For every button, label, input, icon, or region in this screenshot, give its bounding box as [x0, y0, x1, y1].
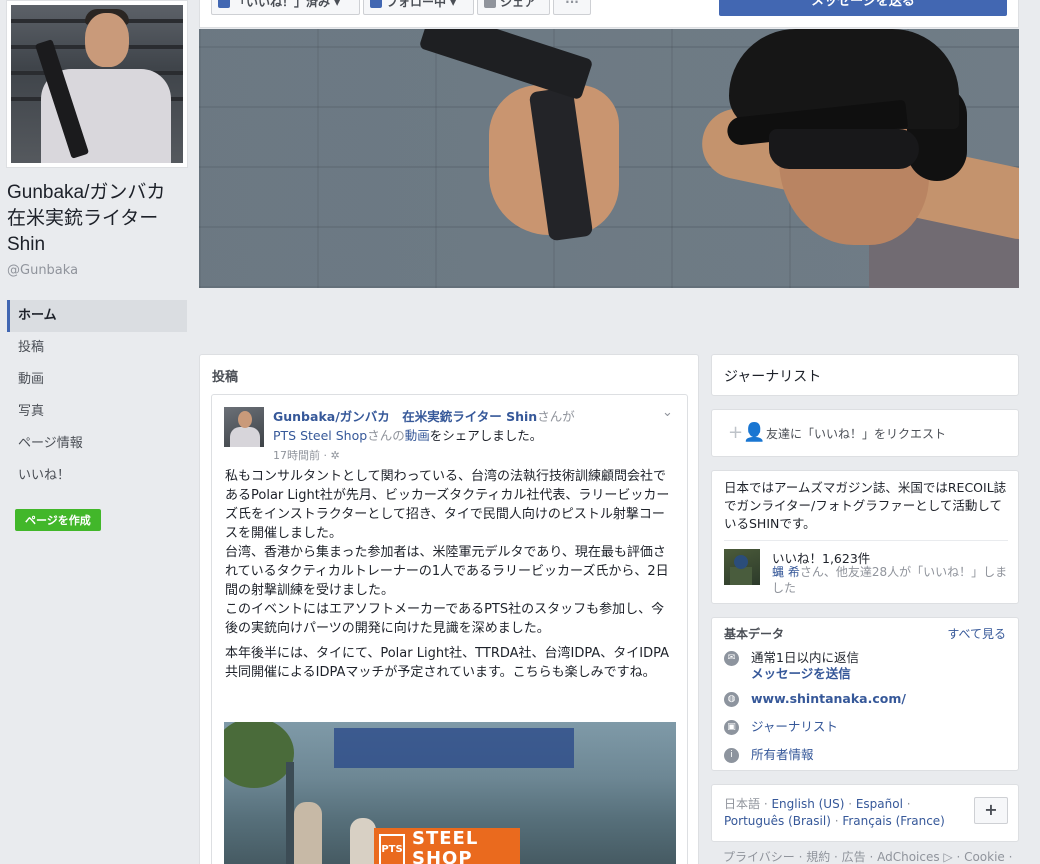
rss-icon [370, 0, 382, 8]
divider [724, 540, 1008, 541]
globe-icon: ◍ [724, 692, 739, 707]
nav-item-videos[interactable]: 動画 [7, 364, 187, 396]
website-link[interactable]: www.shintanaka.com/ [751, 691, 1011, 707]
post-card: Gunbaka/ガンバカ 在米実銃ライター Shinさんが PTS Steel … [211, 394, 688, 864]
post-author-link[interactable]: Gunbaka/ガンバカ 在米実銃ライター Shin [273, 409, 537, 424]
language-card: 日本語 · English (US) · Español · Português… [711, 784, 1019, 842]
post-paragraph: 私もコンサルタントとして関わっている、台湾の法執行技術訓練顧問会社であるPola… [225, 469, 670, 636]
post-header: Gunbaka/ガンバカ 在米実銃ライター Shinさんが PTS Steel … [273, 407, 663, 445]
friend-avatar[interactable] [724, 549, 760, 585]
language-link-pt[interactable]: Português (Brasil) [724, 814, 831, 828]
left-nav: ホーム 投稿 動画 写真 ページ情報 いいね！ [7, 300, 187, 492]
friends-who-like: 蝿 希さん、他友達28人が「いいね！」しました [772, 564, 1010, 596]
send-message-link[interactable]: メッセージを送信 [751, 666, 1011, 682]
shared-end-text: をシェアしました。 [429, 428, 543, 443]
invite-friends-card[interactable]: +👤 友達に「いいね！」をリクエスト [711, 409, 1019, 457]
steel-shop-logo: PTS STEEL SHOP [374, 828, 520, 864]
nav-item-likes[interactable]: いいね！ [7, 460, 187, 492]
post-timestamp[interactable]: 17時間前 · ✲ [273, 447, 340, 463]
post-author-suffix: さんが [537, 409, 575, 424]
basic-info-card: 基本データ すべて見る ✉ 通常1日以内に返信 メッセージを送信 ◍ www.s… [711, 617, 1019, 771]
separator: · [760, 797, 772, 811]
current-language: 日本語 [724, 797, 761, 811]
add-language-button[interactable]: + [974, 797, 1008, 824]
messenger-icon: ✉ [724, 651, 739, 666]
add-friend-icon: +👤 [728, 422, 766, 443]
response-time: 通常1日以内に返信 [751, 650, 859, 665]
profile-photo [11, 5, 183, 163]
friends-like-text: さん、他友達28人が「いいね！」しました [772, 565, 1008, 595]
logo-mark: PTS [379, 834, 405, 864]
post-author-avatar[interactable] [224, 407, 264, 447]
briefcase-icon: ▣ [724, 720, 739, 735]
liked-button[interactable]: 「いいね！」済み ▾ [211, 0, 360, 15]
post-paragraph: 本年後半には、タイにて、Polar Light社、TTRDA社、台湾IDPA、タ… [225, 646, 670, 680]
nav-item-about[interactable]: ページ情報 [7, 428, 187, 460]
more-options-button[interactable]: ··· [553, 0, 591, 15]
separator: · [830, 814, 843, 828]
share-button-label: シェア [500, 0, 537, 9]
separator: · [902, 797, 911, 811]
shared-page-link[interactable]: PTS Steel Shop [273, 428, 367, 443]
cover-photo[interactable] [199, 29, 1019, 288]
footer-links[interactable]: プライバシー · 規約 · 広告 · AdChoices ▷ · Cookie … [723, 848, 1012, 864]
logo-line-2: SHOP [412, 848, 473, 864]
invite-friends-label: 友達に「いいね！」をリクエスト [766, 427, 947, 441]
owner-info-link[interactable]: 所有者情報 [751, 747, 1011, 763]
response-info: ✉ 通常1日以内に返信 メッセージを送信 [724, 650, 1012, 682]
send-message-button[interactable]: メッセージを送る [719, 0, 1007, 16]
logo-line-1: STEEL [412, 828, 479, 849]
liked-button-label: 「いいね！」済み ▾ [234, 0, 341, 9]
create-page-button[interactable]: ページを作成 [15, 509, 101, 531]
category-card: ジャーナリスト [711, 354, 1019, 396]
separator: · [844, 797, 856, 811]
share-button[interactable]: シェア [477, 0, 550, 15]
language-link-fr[interactable]: Français (France) [842, 814, 945, 828]
page-handle: @Gunbaka [7, 263, 79, 278]
page-description: 日本ではアームズマガジン誌、米国ではRECOIL誌でガンライター/フォトグラファ… [724, 480, 1007, 531]
language-links: 日本語 · English (US) · Español · Português… [724, 796, 964, 830]
share-arrow-icon [484, 0, 496, 8]
page-title[interactable]: Gunbaka/ガンバカ 在米実銃ライター Shin [7, 180, 187, 258]
shared-video[interactable]: PTS STEEL SHOP [224, 722, 676, 864]
thumbs-up-icon [218, 0, 230, 8]
page-action-bar: 「いいね！」済み ▾ フォロー中 ▾ シェア ··· メッセージを送る [199, 0, 1019, 28]
shared-video-link[interactable]: 動画 [405, 428, 430, 443]
basic-info-title: 基本データ [724, 627, 785, 641]
nav-item-photos[interactable]: 写真 [7, 396, 187, 428]
language-link-es[interactable]: Español [856, 797, 903, 811]
nav-item-posts[interactable]: 投稿 [7, 332, 187, 364]
following-button-label: フォロー中 ▾ [386, 0, 457, 9]
friend-name-link[interactable]: 蝿 希 [772, 565, 800, 579]
post-text: 私もコンサルタントとして関わっている、台湾の法執行技術訓練顧問会社であるPola… [225, 467, 677, 688]
about-card: 日本ではアームズマガジン誌、米国ではRECOIL誌でガンライター/フォトグラファ… [711, 470, 1019, 604]
nav-item-home[interactable]: ホーム [7, 300, 187, 332]
posts-section-title: 投稿 [212, 370, 239, 385]
posts-section: 投稿 Gunbaka/ガンバカ 在米実銃ライター Shinさんが PTS Ste… [199, 354, 699, 864]
shared-mid-text: さんの [367, 428, 405, 443]
info-icon: i [724, 748, 739, 763]
following-button[interactable]: フォロー中 ▾ [363, 0, 474, 15]
see-all-link[interactable]: すべて見る [947, 625, 1006, 642]
chevron-down-icon[interactable]: ⌄ [662, 405, 673, 420]
category-link[interactable]: ジャーナリスト [751, 719, 1011, 735]
language-link-en[interactable]: English (US) [771, 797, 844, 811]
profile-picture[interactable] [6, 0, 188, 168]
page-category: ジャーナリスト [724, 369, 822, 385]
